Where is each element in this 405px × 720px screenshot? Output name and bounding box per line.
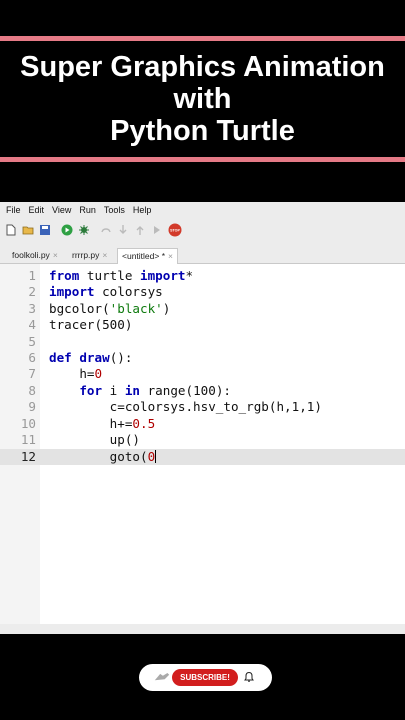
menu-file[interactable]: File [6, 205, 21, 215]
subscribe-pill: SUBSCRIBE! [139, 664, 272, 691]
code-line: 5 [0, 334, 405, 350]
video-title-line-1: Super Graphics Animation [20, 51, 385, 83]
code-line: 2 import colorsys [0, 284, 405, 300]
line-number: 11 [20, 432, 36, 447]
line-number: 3 [28, 301, 36, 316]
open-folder-icon[interactable] [22, 224, 34, 236]
stop-label: STOP [170, 229, 180, 233]
code-line: 7 h=0 [0, 366, 405, 382]
line-number: 2 [28, 284, 36, 299]
save-icon[interactable] [39, 224, 51, 236]
editor-tabs: foolkoli.py × rrrrp.py × <untitled> * × [0, 245, 405, 264]
code-text: from turtle import* [49, 268, 194, 283]
step-out-icon[interactable] [134, 224, 146, 236]
code-text: import colorsys [49, 284, 163, 299]
close-icon[interactable]: × [102, 250, 107, 260]
close-icon[interactable]: × [168, 251, 173, 261]
code-text: up() [49, 432, 140, 447]
line-number: 4 [28, 317, 36, 332]
code-line: 10 h+=0.5 [0, 416, 405, 432]
video-title-line-2: with [173, 83, 232, 115]
code-editor[interactable]: 1 from turtle import* 2 import colorsys 3b… [0, 264, 405, 624]
tab-label: rrrrp.py [72, 250, 100, 260]
code-line: 9 c=colorsys.hsv_to_rgb(h,1,1) [0, 399, 405, 415]
debug-icon[interactable] [78, 224, 90, 236]
close-icon[interactable]: × [53, 250, 58, 260]
menu-edit[interactable]: Edit [29, 205, 45, 215]
menu-bar: File Edit View Run Tools Help [0, 202, 405, 218]
code-text: c=colorsys.hsv_to_rgb(h,1,1) [49, 399, 322, 414]
code-text: bgcolor('black') [49, 301, 171, 316]
code-text: for i in range(100): [79, 383, 232, 398]
text-cursor [155, 450, 157, 463]
tab-foolkoli[interactable]: foolkoli.py × [8, 248, 62, 263]
line-number: 8 [28, 383, 36, 398]
code-text: def draw(): [49, 350, 133, 365]
code-line: 11 up() [0, 432, 405, 448]
stop-icon[interactable]: STOP [168, 223, 182, 237]
line-number: 5 [28, 334, 36, 349]
menu-view[interactable]: View [52, 205, 71, 215]
step-over-icon[interactable] [100, 224, 112, 236]
code-text: h=0 [49, 366, 103, 381]
bottom-accent-line [0, 157, 405, 162]
line-number: 9 [28, 399, 36, 414]
line-number: 6 [28, 350, 36, 365]
step-into-icon[interactable] [117, 224, 129, 236]
menu-run[interactable]: Run [79, 205, 96, 215]
current-code-line: 12 goto(0 [0, 449, 405, 465]
code-text: goto(0 [49, 449, 157, 464]
menu-help[interactable]: Help [133, 205, 152, 215]
tab-rrrrp[interactable]: rrrrp.py × [68, 248, 111, 263]
new-file-icon[interactable] [5, 224, 17, 236]
video-title-line-3: Python Turtle [110, 115, 295, 147]
line-number: 10 [20, 416, 36, 431]
bell-icon[interactable] [243, 671, 255, 683]
code-text: h+=0.5 [49, 416, 156, 431]
line-number: 1 [28, 268, 36, 283]
subscribe-button[interactable]: SUBSCRIBE! [172, 669, 238, 686]
top-accent-line [0, 36, 405, 41]
code-text: tracer(500) [49, 317, 133, 332]
run-icon[interactable] [61, 224, 73, 236]
resume-icon[interactable] [151, 224, 163, 236]
hand-pointer-icon [154, 673, 170, 681]
code-line: 8 for i in range(100): [0, 383, 405, 399]
code-line: 6 def draw(): [0, 350, 405, 366]
tab-label: foolkoli.py [12, 250, 50, 260]
ide-window: File Edit View Run Tools Help STOP foolk… [0, 202, 405, 634]
tab-untitled[interactable]: <untitled> * × [117, 248, 178, 264]
toolbar: STOP [0, 219, 405, 241]
code-line: 1 from turtle import* [0, 268, 405, 284]
menu-tools[interactable]: Tools [104, 205, 125, 215]
tab-label: <untitled> * [122, 251, 166, 261]
code-line: 3 bgcolor('black') [0, 301, 405, 317]
code-line: 4 tracer(500) [0, 317, 405, 333]
line-number: 7 [28, 366, 36, 381]
line-number: 12 [20, 449, 36, 464]
